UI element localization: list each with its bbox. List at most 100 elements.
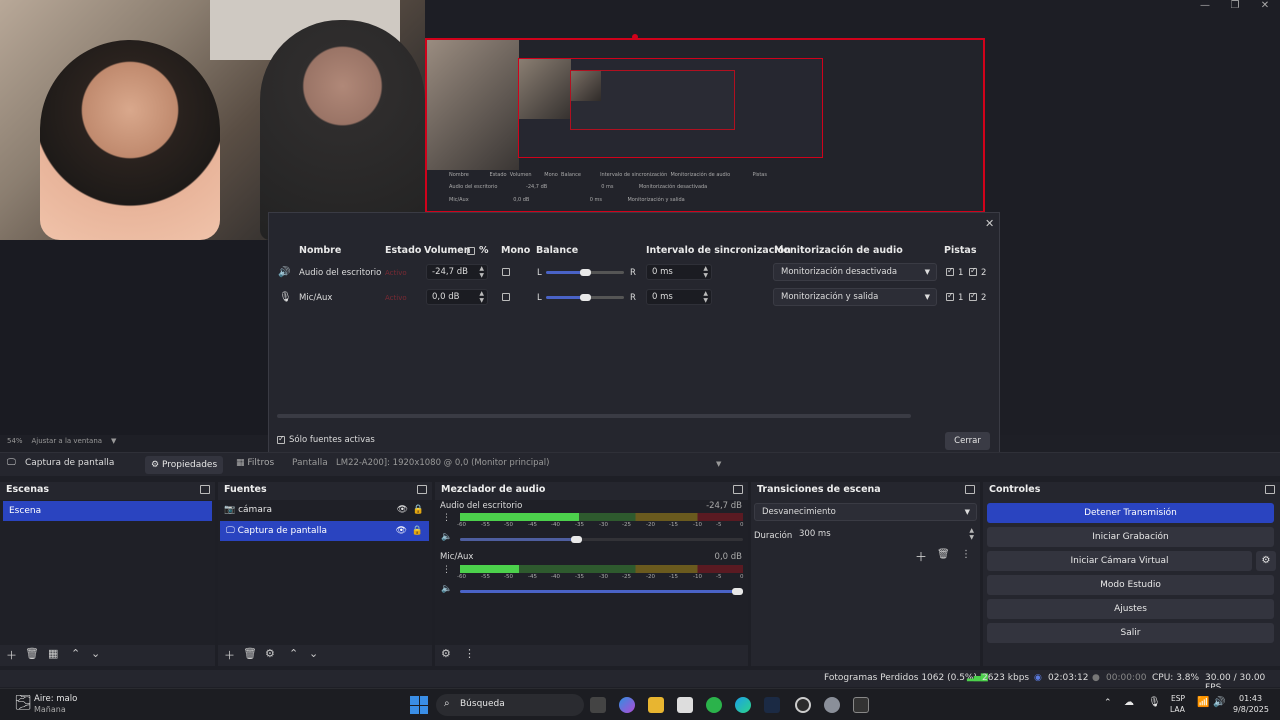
screen-select[interactable]: LM22-A200]: 1920x1080 @ 0,0 (Monitor pri… — [336, 458, 549, 468]
add-icon[interactable]: ＋ — [224, 647, 235, 663]
undock-icon[interactable] — [417, 485, 427, 494]
duration-spinbox[interactable]: 300 ms ▲ ▼ — [794, 527, 977, 543]
col-percent: % — [479, 245, 489, 256]
balance-slider-handle[interactable] — [580, 294, 591, 301]
file-explorer-icon[interactable] — [648, 697, 664, 713]
horizontal-scrollbar[interactable] — [277, 414, 911, 418]
gear-icon[interactable]: ⚙ — [1256, 551, 1276, 571]
maximize-button[interactable]: ❐ — [1220, 0, 1250, 11]
cloud-icon[interactable]: ☁ — [1124, 697, 1134, 708]
percent-checkbox[interactable] — [467, 247, 475, 255]
weather-icon[interactable]: 🌫 — [14, 695, 32, 711]
track-2-label: 2 — [981, 293, 987, 303]
menu-icon[interactable]: ⋮ — [464, 647, 475, 660]
move-down-icon[interactable]: ⌄ — [91, 647, 100, 660]
sync-offset-spinbox[interactable]: 0 ms ▲ ▼ — [646, 264, 712, 280]
mono-checkbox[interactable] — [502, 268, 510, 276]
start-recording-button[interactable]: Iniciar Grabación — [987, 527, 1274, 547]
undock-icon[interactable] — [965, 485, 975, 494]
track-2-checkbox[interactable] — [969, 266, 977, 276]
source-item[interactable]: 📷 cámara 👁 🔒 — [218, 500, 432, 520]
track-1-checkbox[interactable] — [946, 291, 954, 301]
gear-icon[interactable]: ⚙ — [265, 647, 275, 660]
microphone-icon[interactable]: 🎙 — [1148, 697, 1161, 708]
lock-icon[interactable]: 🔒 — [412, 521, 423, 541]
transition-select[interactable]: Desvanecimiento ▼ — [754, 503, 977, 521]
volume-slider-handle[interactable] — [732, 588, 743, 595]
channel-name: Mic/Aux — [440, 552, 474, 562]
close-dialog-button[interactable]: Cerrar — [945, 432, 990, 450]
track-1-checkbox[interactable] — [946, 266, 954, 276]
only-active-checkbox[interactable] — [277, 434, 285, 444]
monitoring-dropdown[interactable]: Monitorización y salida ▼ — [773, 288, 937, 306]
properties-button[interactable]: ⚙ Propiedades — [145, 456, 224, 474]
move-up-icon[interactable]: ⌃ — [71, 647, 80, 660]
screen-dropdown-icon[interactable]: ▼ — [716, 460, 721, 468]
monitoring-dropdown[interactable]: Monitorización desactivada ▼ — [773, 263, 937, 281]
volume-spinbox[interactable]: 0,0 dB ▲ ▼ — [426, 289, 488, 305]
undock-icon[interactable] — [200, 485, 210, 494]
move-down-icon[interactable]: ⌄ — [309, 647, 318, 660]
source-item[interactable]: 🖵 Captura de pantalla 👁 🔒 — [220, 521, 429, 541]
mono-checkbox[interactable] — [502, 293, 510, 301]
col-monitor: Monitorización de audio — [774, 245, 903, 256]
sources-title: Fuentes — [224, 484, 267, 495]
steam-icon[interactable] — [764, 697, 780, 713]
minimize-button[interactable]: — — [1190, 0, 1220, 11]
obs-icon[interactable] — [795, 697, 811, 713]
move-up-icon[interactable]: ⌃ — [289, 647, 298, 660]
trash-icon[interactable]: 🗑 — [243, 647, 257, 660]
copilot-icon[interactable] — [619, 697, 635, 713]
trash-icon[interactable]: 🗑 — [937, 549, 950, 560]
zoom-mode[interactable]: Ajustar a la ventana — [31, 437, 102, 445]
eye-icon[interactable]: 👁 — [397, 500, 408, 520]
whatsapp-icon[interactable] — [706, 697, 722, 713]
add-icon[interactable]: ＋ — [915, 548, 927, 565]
speaker-icon[interactable]: 🔈 — [441, 584, 452, 594]
stop-streaming-button[interactable]: Detener Transmisión — [987, 503, 1274, 523]
col-state: Estado — [385, 245, 422, 256]
scene-item[interactable]: Escena — [3, 501, 212, 521]
language-label[interactable]: ESP — [1171, 694, 1185, 703]
settings-app-icon[interactable] — [824, 697, 840, 713]
search-box[interactable]: ⌕ Búsqueda — [436, 694, 584, 716]
nested-camera — [427, 40, 519, 170]
start-icon[interactable] — [410, 696, 428, 714]
channel-menu-icon[interactable]: ⋮ — [442, 513, 451, 523]
sync-offset-spinbox[interactable]: 0 ms ▲ ▼ — [646, 289, 712, 305]
exit-button[interactable]: Salir — [987, 623, 1274, 643]
balance-slider-handle[interactable] — [580, 269, 591, 276]
store-icon[interactable] — [677, 697, 693, 713]
settings-button[interactable]: Ajustes — [987, 599, 1274, 619]
volume-meter-fill — [460, 565, 519, 573]
channel-menu-icon[interactable]: ⋮ — [442, 565, 451, 575]
zoom-dropdown-icon[interactable]: ▼ — [111, 437, 116, 445]
add-icon[interactable]: ＋ — [6, 647, 17, 663]
menu-icon[interactable]: ⋮ — [961, 549, 971, 560]
dialog-close-icon[interactable]: ✕ — [985, 217, 994, 230]
volume-icon[interactable]: 🔊 — [1213, 697, 1225, 708]
lock-icon[interactable]: 🔒 — [413, 500, 424, 520]
studio-mode-button[interactable]: Modo Estudio — [987, 575, 1274, 595]
terminal-icon[interactable] — [853, 697, 869, 713]
close-window-button[interactable]: ✕ — [1250, 0, 1280, 11]
volume-spinbox[interactable]: -24,7 dB ▲ ▼ — [426, 264, 488, 280]
trash-icon[interactable]: 🗑 — [25, 647, 39, 660]
speaker-icon[interactable]: 🔈 — [441, 532, 452, 542]
volume-slider-handle[interactable] — [571, 536, 582, 543]
tray-chevron-icon[interactable]: ⌃ — [1104, 698, 1112, 708]
undock-icon[interactable] — [733, 485, 743, 494]
gear-icon[interactable]: ⚙ — [441, 647, 451, 660]
eye-icon[interactable]: 👁 — [396, 521, 407, 541]
taskbar: 🌫 Aire: malo Mañana ⌕ Búsqueda ⌃ ☁ 🎙 ESP… — [0, 688, 1280, 720]
undock-icon[interactable] — [1265, 485, 1275, 494]
wifi-icon[interactable]: 📶 — [1197, 697, 1209, 708]
track-2-checkbox[interactable] — [969, 291, 977, 301]
scenes-title: Escenas — [6, 484, 50, 495]
filter-icon[interactable]: ▦ — [48, 647, 58, 660]
filters-button[interactable]: ▦ Filtros — [236, 458, 274, 468]
task-view-icon[interactable] — [590, 697, 606, 713]
clock-time[interactable]: 01:43 — [1239, 694, 1262, 703]
start-virtual-camera-button[interactable]: Iniciar Cámara Virtual — [987, 551, 1252, 571]
edge-icon[interactable] — [735, 697, 751, 713]
